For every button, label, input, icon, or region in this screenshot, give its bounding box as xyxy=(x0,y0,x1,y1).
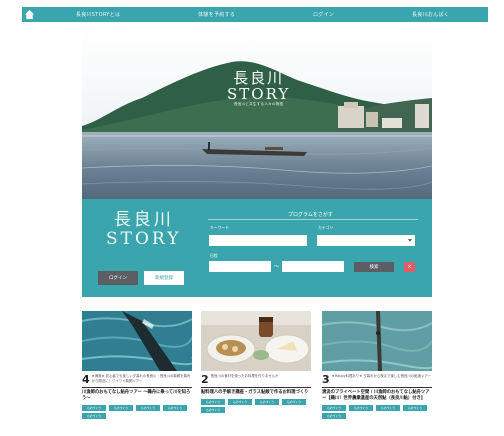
card-header: 3 ★Happy料理あり★ 夕暮れから夜まで楽しむ長良川の鮎漁ツアー xyxy=(322,374,432,385)
card-number: 3 xyxy=(322,373,330,386)
hero-logo-title: 長良川 xyxy=(233,69,285,87)
top-navigation-bar: 長良川STORYとは 体験を予約する ログイン 長良川おんぱく xyxy=(22,7,488,22)
tag-badge[interactable]: ものづくり xyxy=(403,405,427,411)
keyword-label: キーワード xyxy=(210,225,229,230)
nav-item-login[interactable]: ログイン xyxy=(313,11,334,18)
login-button[interactable]: ログイン xyxy=(98,271,138,285)
tag-badge[interactable]: ものづくり xyxy=(282,399,306,405)
card-title[interactable]: 清流のプライベート空間 / 川漁師のおもてなし鮎舟ツアー【鵜川！世界農業遺産の天… xyxy=(322,390,432,402)
tag-badge[interactable]: ものづくり xyxy=(136,405,160,411)
search-divider xyxy=(208,219,418,220)
date-from-input[interactable] xyxy=(209,261,271,272)
search-panel: 長良川 STORY ログイン 新規登録 プログラムをさがす キーワード カテゴリ… xyxy=(82,199,432,297)
card-divider xyxy=(201,387,311,388)
tag-badge[interactable]: ものづくり xyxy=(376,405,400,411)
tag-badge[interactable]: ものづくり xyxy=(201,407,225,413)
hero-logo-story: STORY xyxy=(227,85,291,103)
hero-logo-tagline: 長良川と共生する人々の物語 xyxy=(233,102,284,106)
card-title[interactable]: 川漁師のおもてなし鮎舟ツアー 〜鵜舟に乗って川を知ろう〜 xyxy=(82,390,192,402)
card-divider xyxy=(82,387,192,388)
program-card[interactable]: 3 ★Happy料理あり★ 夕暮れから夜まで楽しむ長良川の鮎漁ツアー 清流のプラ… xyxy=(322,311,432,419)
panel-logo-title: 長良川 xyxy=(113,210,174,230)
card-tags: ものづくり ものづくり ものづくり ものづくり ものづくり xyxy=(322,405,432,419)
tag-badge[interactable]: ものづくり xyxy=(82,413,106,419)
program-card[interactable]: 2 長良川の食材を使ったお料理を作りませんか 鮎料理人の手解き講座・ガラス鮎飯で… xyxy=(201,311,311,413)
card-header: 2 長良川の食材を使ったお料理を作りませんか xyxy=(201,374,311,385)
card-divider xyxy=(322,387,432,388)
card-subtitle: ★満席★ 初心者でも楽しい夕暮れの長良川・長良川の鵜飼を鵜舟から間近に！ワイワイ… xyxy=(91,374,191,383)
tag-badge[interactable]: ものづくり xyxy=(322,413,346,419)
chevron-down-icon xyxy=(408,239,412,242)
card-image[interactable] xyxy=(322,311,432,371)
tag-badge[interactable]: ものづくり xyxy=(228,399,252,405)
card-image[interactable] xyxy=(82,311,192,371)
category-label: カテゴリ xyxy=(318,225,334,230)
program-card[interactable]: 4 ★満席★ 初心者でも楽しい夕暮れの長良川・長良川の鵜飼を鵜舟から間近に！ワイ… xyxy=(82,311,192,419)
tag-badge[interactable]: ものづくり xyxy=(82,405,106,411)
nav-item-onpaku[interactable]: 長良川おんぱく xyxy=(412,11,449,18)
date-label: 日程 xyxy=(210,253,218,258)
tag-badge[interactable]: ものづくり xyxy=(109,405,133,411)
panel-logo-story: STORY xyxy=(106,229,182,249)
card-subtitle: ★Happy料理あり★ 夕暮れから夜まで楽しむ長良川の鮎漁ツアー xyxy=(331,374,431,378)
tag-badge[interactable]: ものづくり xyxy=(255,399,279,405)
tag-badge[interactable]: ものづくり xyxy=(201,399,225,405)
card-number: 2 xyxy=(201,373,209,386)
tag-badge[interactable]: ものづくり xyxy=(349,405,373,411)
nav-item-about[interactable]: 長良川STORYとは xyxy=(76,11,120,18)
nav-item-booking[interactable]: 体験を予約する xyxy=(198,11,235,18)
keyword-input[interactable] xyxy=(209,235,307,246)
card-tags: ものづくり ものづくり ものづくり ものづくり ものづくり xyxy=(82,405,192,419)
search-title: プログラムをさがす xyxy=(288,212,333,218)
home-icon[interactable] xyxy=(22,7,37,22)
date-to-input[interactable] xyxy=(282,261,344,272)
card-subtitle: 長良川の食材を使ったお料理を作りませんか xyxy=(210,374,279,378)
card-image[interactable] xyxy=(201,311,311,371)
card-title[interactable]: 鮎料理人の手解き講座・ガラス鮎飯で作るお料理づくり xyxy=(201,390,311,396)
hero-logo: 長良川 STORY 長良川と共生する人々の物語 xyxy=(227,70,290,107)
date-separator: 〜 xyxy=(274,264,280,270)
card-header: 4 ★満席★ 初心者でも楽しい夕暮れの長良川・長良川の鵜飼を鵜舟から間近に！ワイ… xyxy=(82,374,192,385)
tag-badge[interactable]: ものづくり xyxy=(163,405,187,411)
tag-badge[interactable]: ものづくり xyxy=(322,405,346,411)
card-tags: ものづくり ものづくり ものづくり ものづくり ものづくり xyxy=(201,399,311,413)
panel-logo: 長良川 STORY xyxy=(106,211,181,249)
category-select[interactable] xyxy=(317,235,415,246)
nav-menu: 長良川STORYとは 体験を予約する ログイン 長良川おんぱく xyxy=(37,11,488,18)
register-button[interactable]: 新規登録 xyxy=(144,271,184,285)
search-button[interactable]: 検索 xyxy=(354,262,394,272)
card-number: 4 xyxy=(82,373,90,386)
hero-image: 長良川 STORY 長良川と共生する人々の物語 xyxy=(82,28,432,199)
clear-button[interactable]: × xyxy=(404,262,415,272)
